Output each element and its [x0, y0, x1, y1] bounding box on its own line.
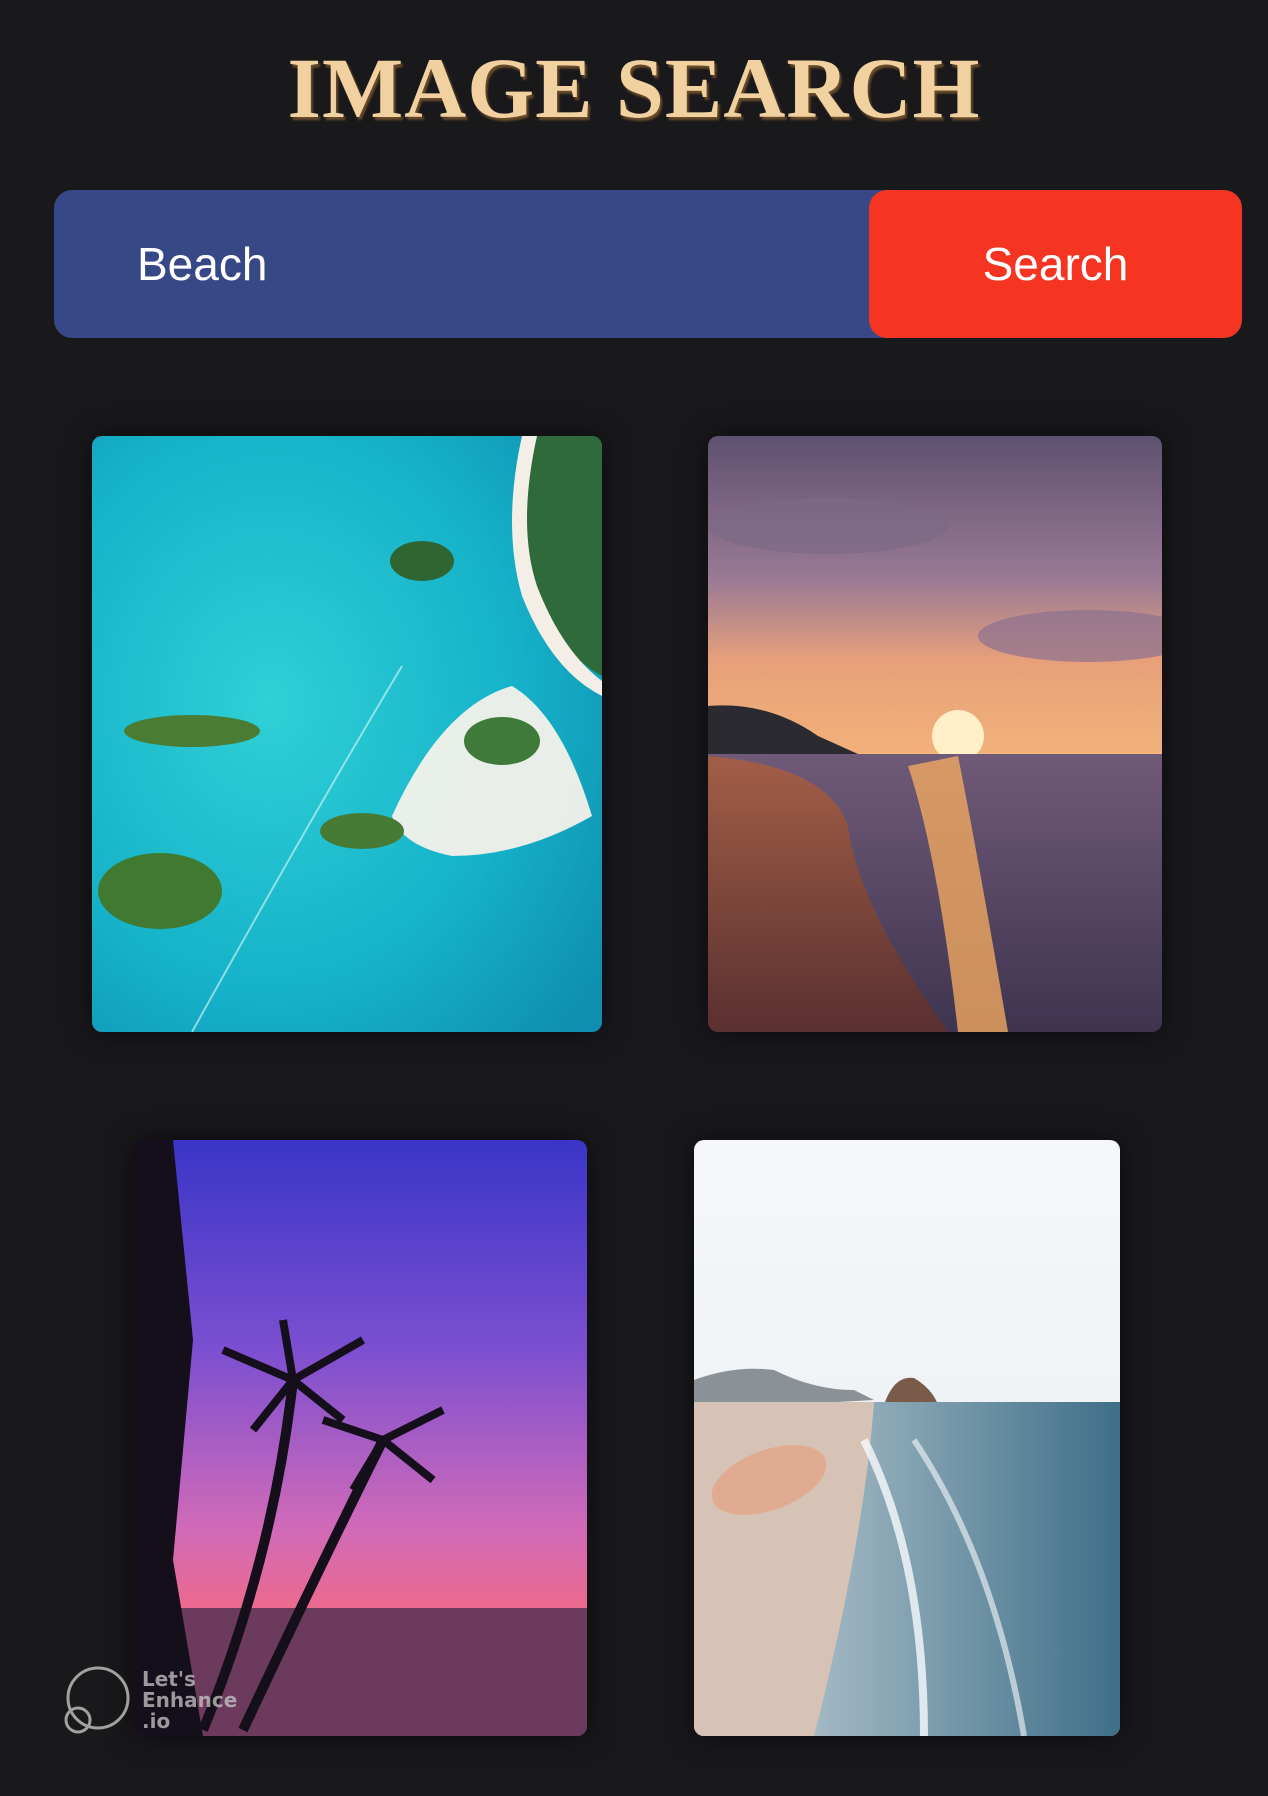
search-bar: Search [54, 190, 1242, 338]
coastline-photo [694, 1140, 1120, 1736]
result-image-2[interactable] [708, 436, 1162, 1032]
search-button[interactable]: Search [869, 190, 1242, 338]
page-title: IMAGE SEARCH [287, 40, 981, 136]
result-image-4[interactable] [694, 1140, 1120, 1736]
palm-sunset-photo [133, 1140, 587, 1736]
watermark-text: Let's Enhance .io [142, 1666, 238, 1733]
lagoon-photo [92, 436, 602, 1032]
beach-sunset-photo [708, 436, 1162, 1032]
lets-enhance-logo-icon [64, 1666, 130, 1734]
watermark: Let's Enhance .io [60, 1660, 260, 1740]
watermark-line-2: Enhance [142, 1687, 238, 1712]
watermark-line-1: Let's [142, 1666, 196, 1691]
result-image-3[interactable] [133, 1140, 587, 1736]
image-search-page: IMAGE SEARCH Search [0, 0, 1268, 1796]
search-input[interactable] [54, 190, 869, 338]
watermark-line-3: .io [142, 1708, 171, 1733]
result-image-1[interactable] [92, 436, 602, 1032]
